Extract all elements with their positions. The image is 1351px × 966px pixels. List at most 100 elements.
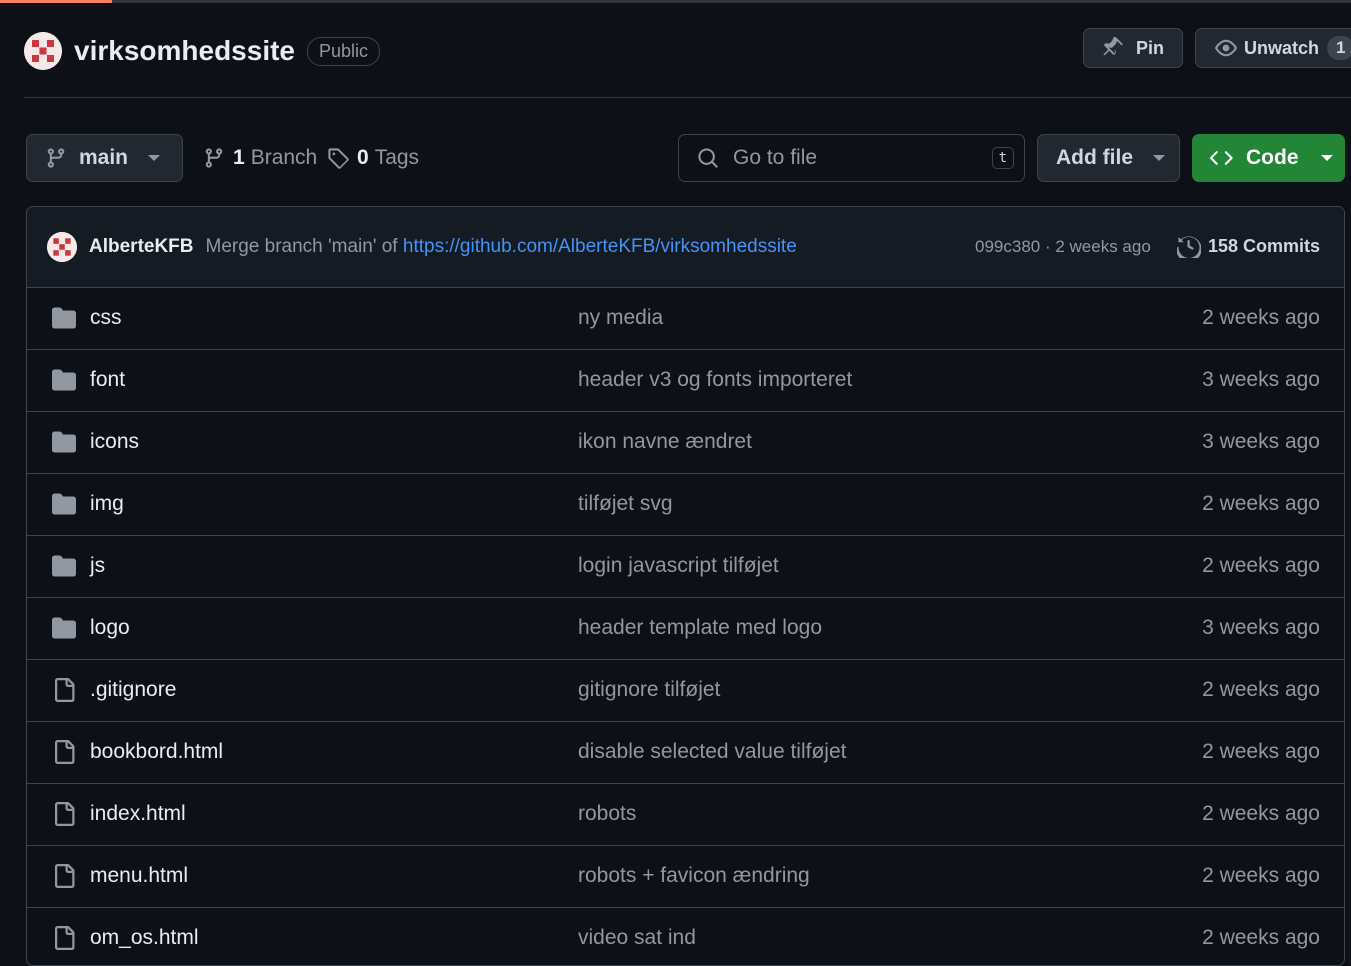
folder-icon — [51, 616, 77, 645]
chevron-down-icon — [1320, 155, 1333, 161]
file-name[interactable]: menu.html — [90, 864, 188, 888]
branch-count: 1 — [233, 146, 245, 169]
code-button[interactable]: Code — [1192, 134, 1345, 182]
go-to-file-input[interactable]: Go to file t — [678, 134, 1025, 182]
file-commit-message[interactable]: tilføjet svg — [578, 492, 673, 516]
git-branch-icon — [205, 148, 223, 168]
file-commit-message[interactable]: robots + favicon ændring — [578, 864, 810, 888]
file-commit-date: 2 weeks ago — [1202, 802, 1320, 825]
file-commit-date: 2 weeks ago — [1202, 864, 1320, 887]
file-row[interactable]: index.html robots 2 weeks ago — [27, 784, 1344, 846]
commit-message-text: Merge branch 'main' of — [205, 236, 398, 257]
commit-hash-time[interactable]: 099c380 · 2 weeks ago — [975, 237, 1151, 257]
file-row[interactable]: img tilføjet svg 2 weeks ago — [27, 474, 1344, 536]
go-to-file-placeholder: Go to file — [733, 146, 818, 169]
file-commit-message[interactable]: header v3 og fonts importeret — [578, 368, 852, 392]
file-commit-message[interactable]: login javascript tilføjet — [578, 554, 779, 578]
commit-message-link[interactable]: https://github.com/AlberteKFB/virksomhed… — [403, 236, 797, 257]
eye-icon — [1215, 39, 1237, 57]
top-border — [0, 0, 1351, 3]
keyboard-shortcut-hint: t — [991, 147, 1014, 169]
tag-icon — [328, 148, 349, 169]
branches-link[interactable]: 1 Branch — [203, 146, 317, 170]
file-row[interactable]: logo header template med logo 3 weeks ago — [27, 598, 1344, 660]
commits-history-link[interactable]: 158 Commits — [1177, 234, 1320, 258]
file-row[interactable]: font header v3 og fonts importeret 3 weeks… — [27, 350, 1344, 412]
file-icon — [51, 864, 77, 893]
file-commit-message[interactable]: header template med logo — [578, 616, 822, 640]
file-icon — [51, 802, 77, 831]
tags-label: Tags — [374, 146, 420, 169]
file-commit-date: 2 weeks ago — [1202, 306, 1320, 329]
watch-counter: 1 — [1327, 36, 1351, 60]
file-icon — [51, 678, 77, 707]
file-commit-message[interactable]: disable selected value tilføjet — [578, 740, 846, 764]
file-icon — [51, 740, 77, 769]
file-icon — [51, 926, 77, 955]
file-name[interactable]: icons — [90, 430, 139, 454]
file-row[interactable]: icons ikon navne ændret 3 weeks ago — [27, 412, 1344, 474]
header-divider — [24, 97, 1351, 98]
file-commit-date: 2 weeks ago — [1202, 554, 1320, 577]
file-row[interactable]: css ny media 2 weeks ago — [27, 288, 1344, 350]
commit-message[interactable]: Merge branch 'main' of https://github.co… — [206, 236, 797, 258]
file-commit-date: 2 weeks ago — [1202, 740, 1320, 763]
folder-icon — [51, 306, 77, 335]
file-commit-message[interactable]: ny media — [578, 306, 663, 330]
file-commit-message[interactable]: robots — [578, 802, 636, 826]
file-name[interactable]: logo — [90, 616, 130, 640]
folder-icon — [51, 430, 77, 459]
latest-commit-bar: AlberteKFB Merge branch 'main' of https:… — [27, 207, 1344, 288]
code-icon — [1210, 151, 1233, 165]
visibility-badge: Public — [307, 36, 381, 66]
file-name[interactable]: index.html — [90, 802, 186, 826]
unwatch-button[interactable]: Unwatch 1 — [1195, 28, 1351, 68]
file-name[interactable]: css — [90, 306, 122, 330]
unwatch-label: Unwatch — [1244, 37, 1320, 58]
branch-selector-button[interactable]: main — [26, 134, 183, 182]
pin-button[interactable]: Pin — [1083, 28, 1183, 68]
chevron-down-icon — [1153, 155, 1165, 161]
branch-label: Branch — [250, 146, 318, 169]
code-label: Code — [1246, 146, 1299, 169]
file-name[interactable]: .gitignore — [90, 678, 176, 702]
folder-icon — [51, 368, 77, 397]
repo-name[interactable]: virksomhedssite — [74, 35, 295, 67]
file-row[interactable]: .gitignore gitignore tilføjet 2 weeks ago — [27, 660, 1344, 722]
owner-avatar[interactable] — [24, 32, 62, 70]
file-name[interactable]: js — [90, 554, 105, 578]
tag-count: 0 — [357, 146, 369, 169]
search-icon — [698, 148, 718, 168]
file-commit-date: 2 weeks ago — [1202, 492, 1320, 515]
active-tab-indicator — [0, 0, 112, 3]
author-avatar[interactable] — [47, 232, 77, 262]
file-commit-date: 3 weeks ago — [1202, 616, 1320, 639]
file-browser: AlberteKFB Merge branch 'main' of https:… — [26, 206, 1345, 966]
pin-icon — [1103, 37, 1123, 56]
commit-author[interactable]: AlberteKFB — [89, 236, 194, 258]
tags-link[interactable]: 0 Tags — [327, 146, 419, 170]
file-commit-message[interactable]: ikon navne ændret — [578, 430, 752, 454]
file-name[interactable]: bookbord.html — [90, 740, 223, 764]
file-row[interactable]: menu.html robots + favicon ændring 2 weeks… — [27, 846, 1344, 908]
folder-icon — [51, 554, 77, 583]
file-name[interactable]: font — [90, 368, 125, 392]
git-branch-icon — [47, 148, 65, 168]
file-commit-message[interactable]: gitignore tilføjet — [578, 678, 720, 702]
branch-name: main — [79, 146, 129, 169]
file-row[interactable]: bookbord.html disable selected value tilf… — [27, 722, 1344, 784]
file-commit-date: 3 weeks ago — [1202, 430, 1320, 453]
file-row[interactable]: om_os.html video sat ind 2 weeks ago — [27, 908, 1344, 965]
add-file-button[interactable]: Add file — [1037, 134, 1180, 182]
history-icon — [1177, 236, 1201, 258]
folder-icon — [51, 492, 77, 521]
file-list: css ny media 2 weeks ago font header v3 og f… — [27, 288, 1344, 965]
chevron-down-icon — [148, 155, 161, 161]
file-name[interactable]: img — [90, 492, 124, 516]
add-file-label: Add file — [1056, 146, 1133, 169]
repo-header: virksomhedssite Public — [24, 30, 381, 72]
file-row[interactable]: js login javascript tilføjet 2 weeks ago — [27, 536, 1344, 598]
pin-label: Pin — [1136, 37, 1165, 58]
file-commit-date: 3 weeks ago — [1202, 368, 1320, 391]
commits-count-label: 158 Commits — [1208, 235, 1321, 256]
